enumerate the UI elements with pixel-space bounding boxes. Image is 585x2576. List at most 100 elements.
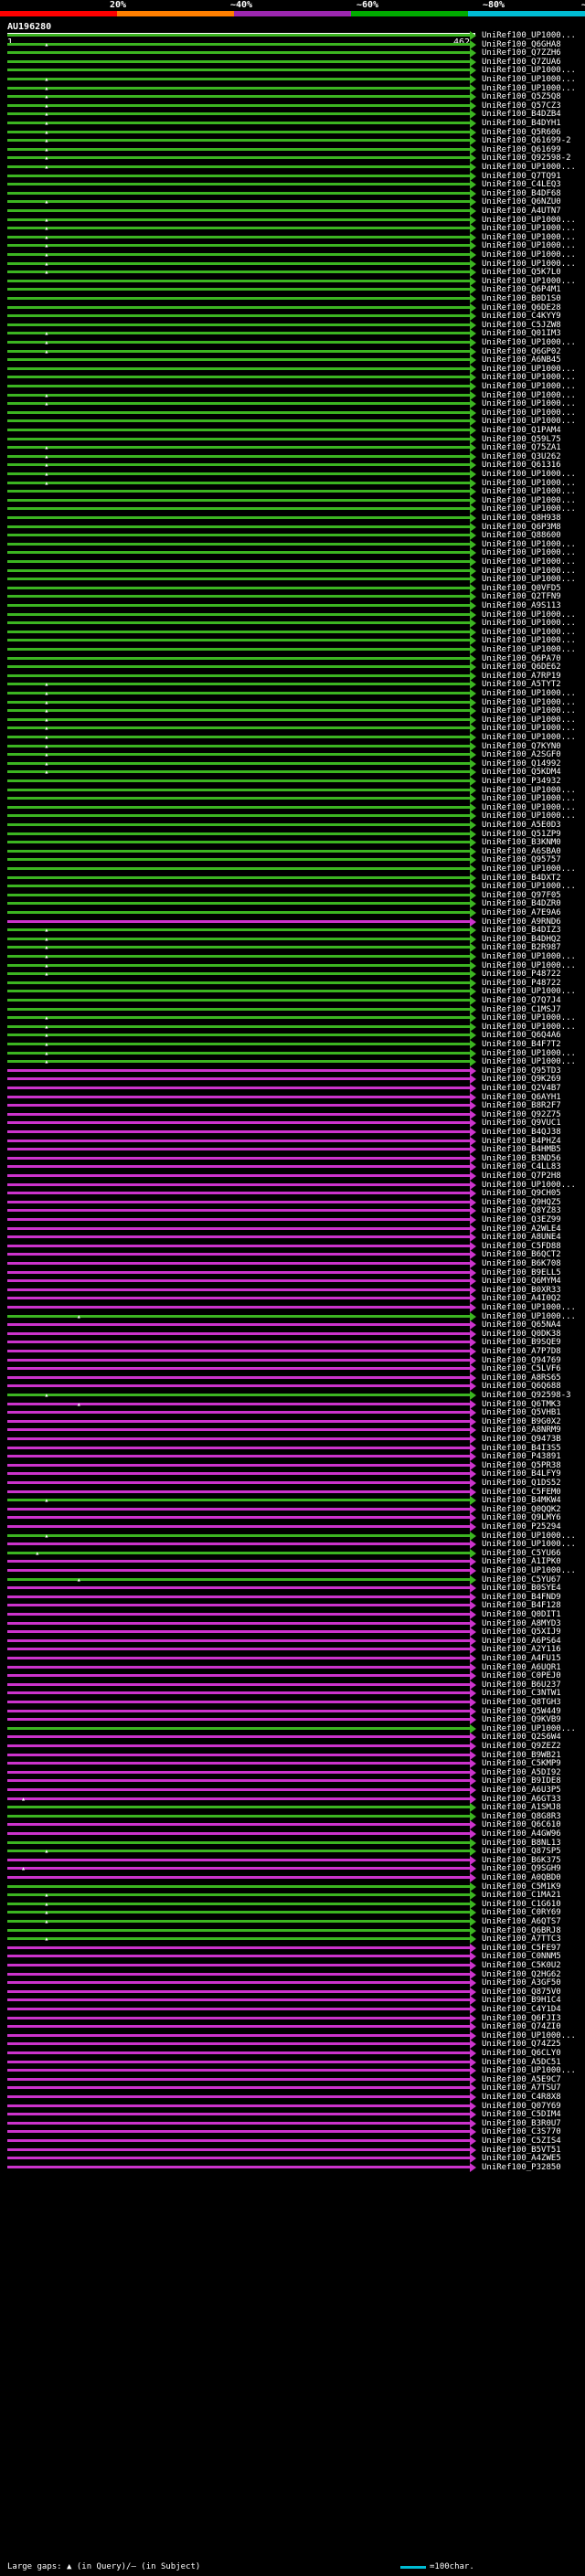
hit-name-link[interactable]: UniRef100_Q75ZA1 [482, 443, 561, 452]
hit-row[interactable]: UniRef100_Q8G8R3 [0, 1811, 585, 1821]
hit-name-link[interactable]: UniRef100_UP1000... [482, 408, 576, 418]
hit-row[interactable]: UniRef100_A4FU15 [0, 1654, 585, 1663]
hit-row[interactable]: UniRef100_P25294 [0, 1522, 585, 1532]
hit-name-link[interactable]: UniRef100_B3ND56 [482, 1154, 561, 1163]
hit-row[interactable]: ▴ UniRef100_B4MKW4 [0, 1496, 585, 1506]
hit-row[interactable]: UniRef100_UP1000... [0, 794, 585, 804]
hit-row[interactable]: UniRef100_A0QBD0 [0, 1873, 585, 1882]
hit-name-link[interactable]: UniRef100_Q9ZEZ2 [482, 1742, 561, 1751]
hit-name-link[interactable]: UniRef100_Q0QQK2 [482, 1505, 561, 1514]
hit-row[interactable]: UniRef100_Q9HQZ5 [0, 1197, 585, 1207]
hit-row[interactable]: UniRef100_C5KMP9 [0, 1759, 585, 1769]
hit-row[interactable]: UniRef100_B4HMB5 [0, 1145, 585, 1155]
hit-row[interactable]: UniRef100_A9S113 [0, 601, 585, 610]
hit-row[interactable]: UniRef100_C5DIM4 [0, 2110, 585, 2120]
hit-name-link[interactable]: UniRef100_Q9473B [482, 1435, 561, 1444]
hit-row[interactable]: UniRef100_B8R2F7 [0, 1101, 585, 1111]
hit-row[interactable]: UniRef100_UP1000... [0, 627, 585, 637]
hit-row[interactable]: UniRef100_UP1000... [0, 864, 585, 874]
hit-name-link[interactable]: UniRef100_P25294 [482, 1522, 561, 1532]
hit-name-link[interactable]: UniRef100_Q65NA4 [482, 1320, 561, 1330]
hit-name-link[interactable]: UniRef100_C4Y1D4 [482, 2005, 561, 2014]
hit-row[interactable]: UniRef100_UP1000... [0, 882, 585, 892]
hit-row[interactable]: ▴ UniRef100_Q3U262 [0, 451, 585, 461]
hit-name-link[interactable]: UniRef100_Q6PA70 [482, 654, 561, 663]
hit-name-link[interactable]: UniRef100_B9H1C4 [482, 1996, 561, 2005]
hit-row[interactable]: UniRef100_A1SMJ8 [0, 1803, 585, 1813]
hit-row[interactable]: UniRef100_Q74ZI0 [0, 2022, 585, 2032]
hit-row[interactable]: UniRef100_UP1000... [0, 645, 585, 654]
hit-name-link[interactable]: UniRef100_UP1000... [482, 1532, 576, 1541]
hit-row[interactable]: ▴ UniRef100_Q92598-2 [0, 154, 585, 164]
hit-name-link[interactable]: UniRef100_C1MA21 [482, 1891, 561, 1900]
hit-name-link[interactable]: UniRef100_UP1000... [482, 794, 576, 803]
hit-name-link[interactable]: UniRef100_P32850 [482, 2163, 561, 2172]
hit-row[interactable]: UniRef100_P43891 [0, 1452, 585, 1462]
hit-name-link[interactable]: UniRef100_UP1000... [482, 557, 576, 567]
hit-row[interactable]: UniRef100_B9H1C4 [0, 1996, 585, 2006]
hit-name-link[interactable]: UniRef100_Q6AYH1 [482, 1093, 561, 1102]
hit-name-link[interactable]: UniRef100_Q6BRJ8 [482, 1926, 561, 1935]
hit-row[interactable]: UniRef100_UP1000... [0, 31, 585, 40]
hit-row[interactable]: ▴ UniRef100_UP1000... [0, 952, 585, 961]
hit-name-link[interactable]: UniRef100_Q7TQ91 [482, 172, 561, 181]
hit-row[interactable]: ▴ UniRef100_Q01IM3 [0, 329, 585, 339]
hit-row[interactable]: UniRef100_C0NNM5 [0, 1952, 585, 1962]
hit-name-link[interactable]: UniRef100_Q95TD3 [482, 1066, 561, 1076]
hit-name-link[interactable]: UniRef100_Q6C610 [482, 1820, 561, 1829]
hit-row[interactable]: UniRef100_C4LEQ3 [0, 180, 585, 190]
hit-name-link[interactable]: UniRef100_Q92598-2 [482, 154, 571, 163]
hit-name-link[interactable]: UniRef100_Q5W449 [482, 1707, 561, 1716]
hit-row[interactable]: UniRef100_Q07Y69 [0, 2101, 585, 2111]
hit-name-link[interactable]: UniRef100_B4FND9 [482, 1593, 561, 1602]
hit-name-link[interactable]: UniRef100_C5KMP9 [482, 1759, 561, 1768]
hit-name-link[interactable]: UniRef100_Q6NZU0 [482, 197, 561, 207]
hit-row[interactable]: ▴ UniRef100_Q6TMK3 [0, 1399, 585, 1409]
hit-name-link[interactable]: UniRef100_UP1000... [482, 75, 576, 84]
hit-row[interactable]: ▴ UniRef100_UP1000... [0, 250, 585, 260]
hit-name-link[interactable]: UniRef100_A9RND6 [482, 917, 561, 927]
hit-name-link[interactable]: UniRef100_UP1000... [482, 1724, 576, 1733]
hit-name-link[interactable]: UniRef100_P43891 [482, 1452, 561, 1461]
hit-row[interactable]: ▴ UniRef100_Q14992 [0, 758, 585, 769]
hit-name-link[interactable]: UniRef100_B6U237 [482, 1680, 561, 1690]
hit-row[interactable]: UniRef100_B4DXT2 [0, 873, 585, 883]
hit-row[interactable]: UniRef100_UP1000... [0, 495, 585, 505]
hit-row[interactable]: UniRef100_Q51ZP9 [0, 829, 585, 839]
hit-name-link[interactable]: UniRef100_C4R8X8 [482, 2093, 561, 2102]
hit-row[interactable]: UniRef100_UP1000... [0, 1180, 585, 1190]
hit-name-link[interactable]: UniRef100_UP1000... [482, 382, 576, 391]
hit-name-link[interactable]: UniRef100_Q3EZ99 [482, 1215, 561, 1224]
hit-row[interactable]: UniRef100_UP1000... [0, 539, 585, 549]
hit-row[interactable]: UniRef100_A2WLE4 [0, 1224, 585, 1234]
hit-row[interactable]: UniRef100_Q7P2H8 [0, 1171, 585, 1181]
hit-row[interactable]: UniRef100_B4LFY9 [0, 1469, 585, 1479]
hit-name-link[interactable]: UniRef100_A6U3P5 [482, 1786, 561, 1795]
hit-name-link[interactable]: UniRef100_UP1000... [482, 31, 576, 40]
hit-row[interactable]: UniRef100_UP1000... [0, 785, 585, 795]
hit-name-link[interactable]: UniRef100_Q1PAM4 [482, 426, 561, 435]
hit-row[interactable]: UniRef100_Q5W449 [0, 1706, 585, 1716]
hit-row[interactable]: UniRef100_B0XR33 [0, 1285, 585, 1295]
hit-row[interactable]: ▴ UniRef100_Q6GHA8 [0, 39, 585, 49]
hit-row[interactable]: UniRef100_Q94769 [0, 1355, 585, 1365]
hit-name-link[interactable]: UniRef100_A6UQR1 [482, 1663, 561, 1672]
hit-row[interactable]: UniRef100_Q0DIT1 [0, 1610, 585, 1619]
hit-name-link[interactable]: UniRef100_UP1000... [482, 496, 576, 505]
hit-name-link[interactable]: UniRef100_Q2S6W4 [482, 1733, 561, 1742]
hit-name-link[interactable]: UniRef100_UP1000... [482, 786, 576, 795]
hit-row[interactable]: UniRef100_B4F128 [0, 1601, 585, 1611]
hit-row[interactable]: UniRef100_B5VT51 [0, 2145, 585, 2155]
hit-row[interactable]: UniRef100_A5E9C7 [0, 2074, 585, 2084]
hit-name-link[interactable]: UniRef100_Q6GHA8 [482, 40, 561, 49]
hit-name-link[interactable]: UniRef100_UP1000... [482, 250, 576, 260]
hit-row[interactable]: UniRef100_B4I3S5 [0, 1443, 585, 1453]
hit-name-link[interactable]: UniRef100_UP1000... [482, 548, 576, 557]
hit-name-link[interactable]: UniRef100_C4LEQ3 [482, 180, 561, 189]
hit-row[interactable]: UniRef100_Q7Q7J4 [0, 996, 585, 1005]
hit-row[interactable]: UniRef100_Q875V0 [0, 1987, 585, 1997]
hit-row[interactable]: UniRef100_B4DZR0 [0, 899, 585, 909]
hit-row[interactable]: UniRef100_A9RND6 [0, 917, 585, 927]
hit-row[interactable]: UniRef100_C5ZIS4 [0, 2136, 585, 2146]
hit-name-link[interactable]: UniRef100_C5LVF6 [482, 1364, 561, 1373]
